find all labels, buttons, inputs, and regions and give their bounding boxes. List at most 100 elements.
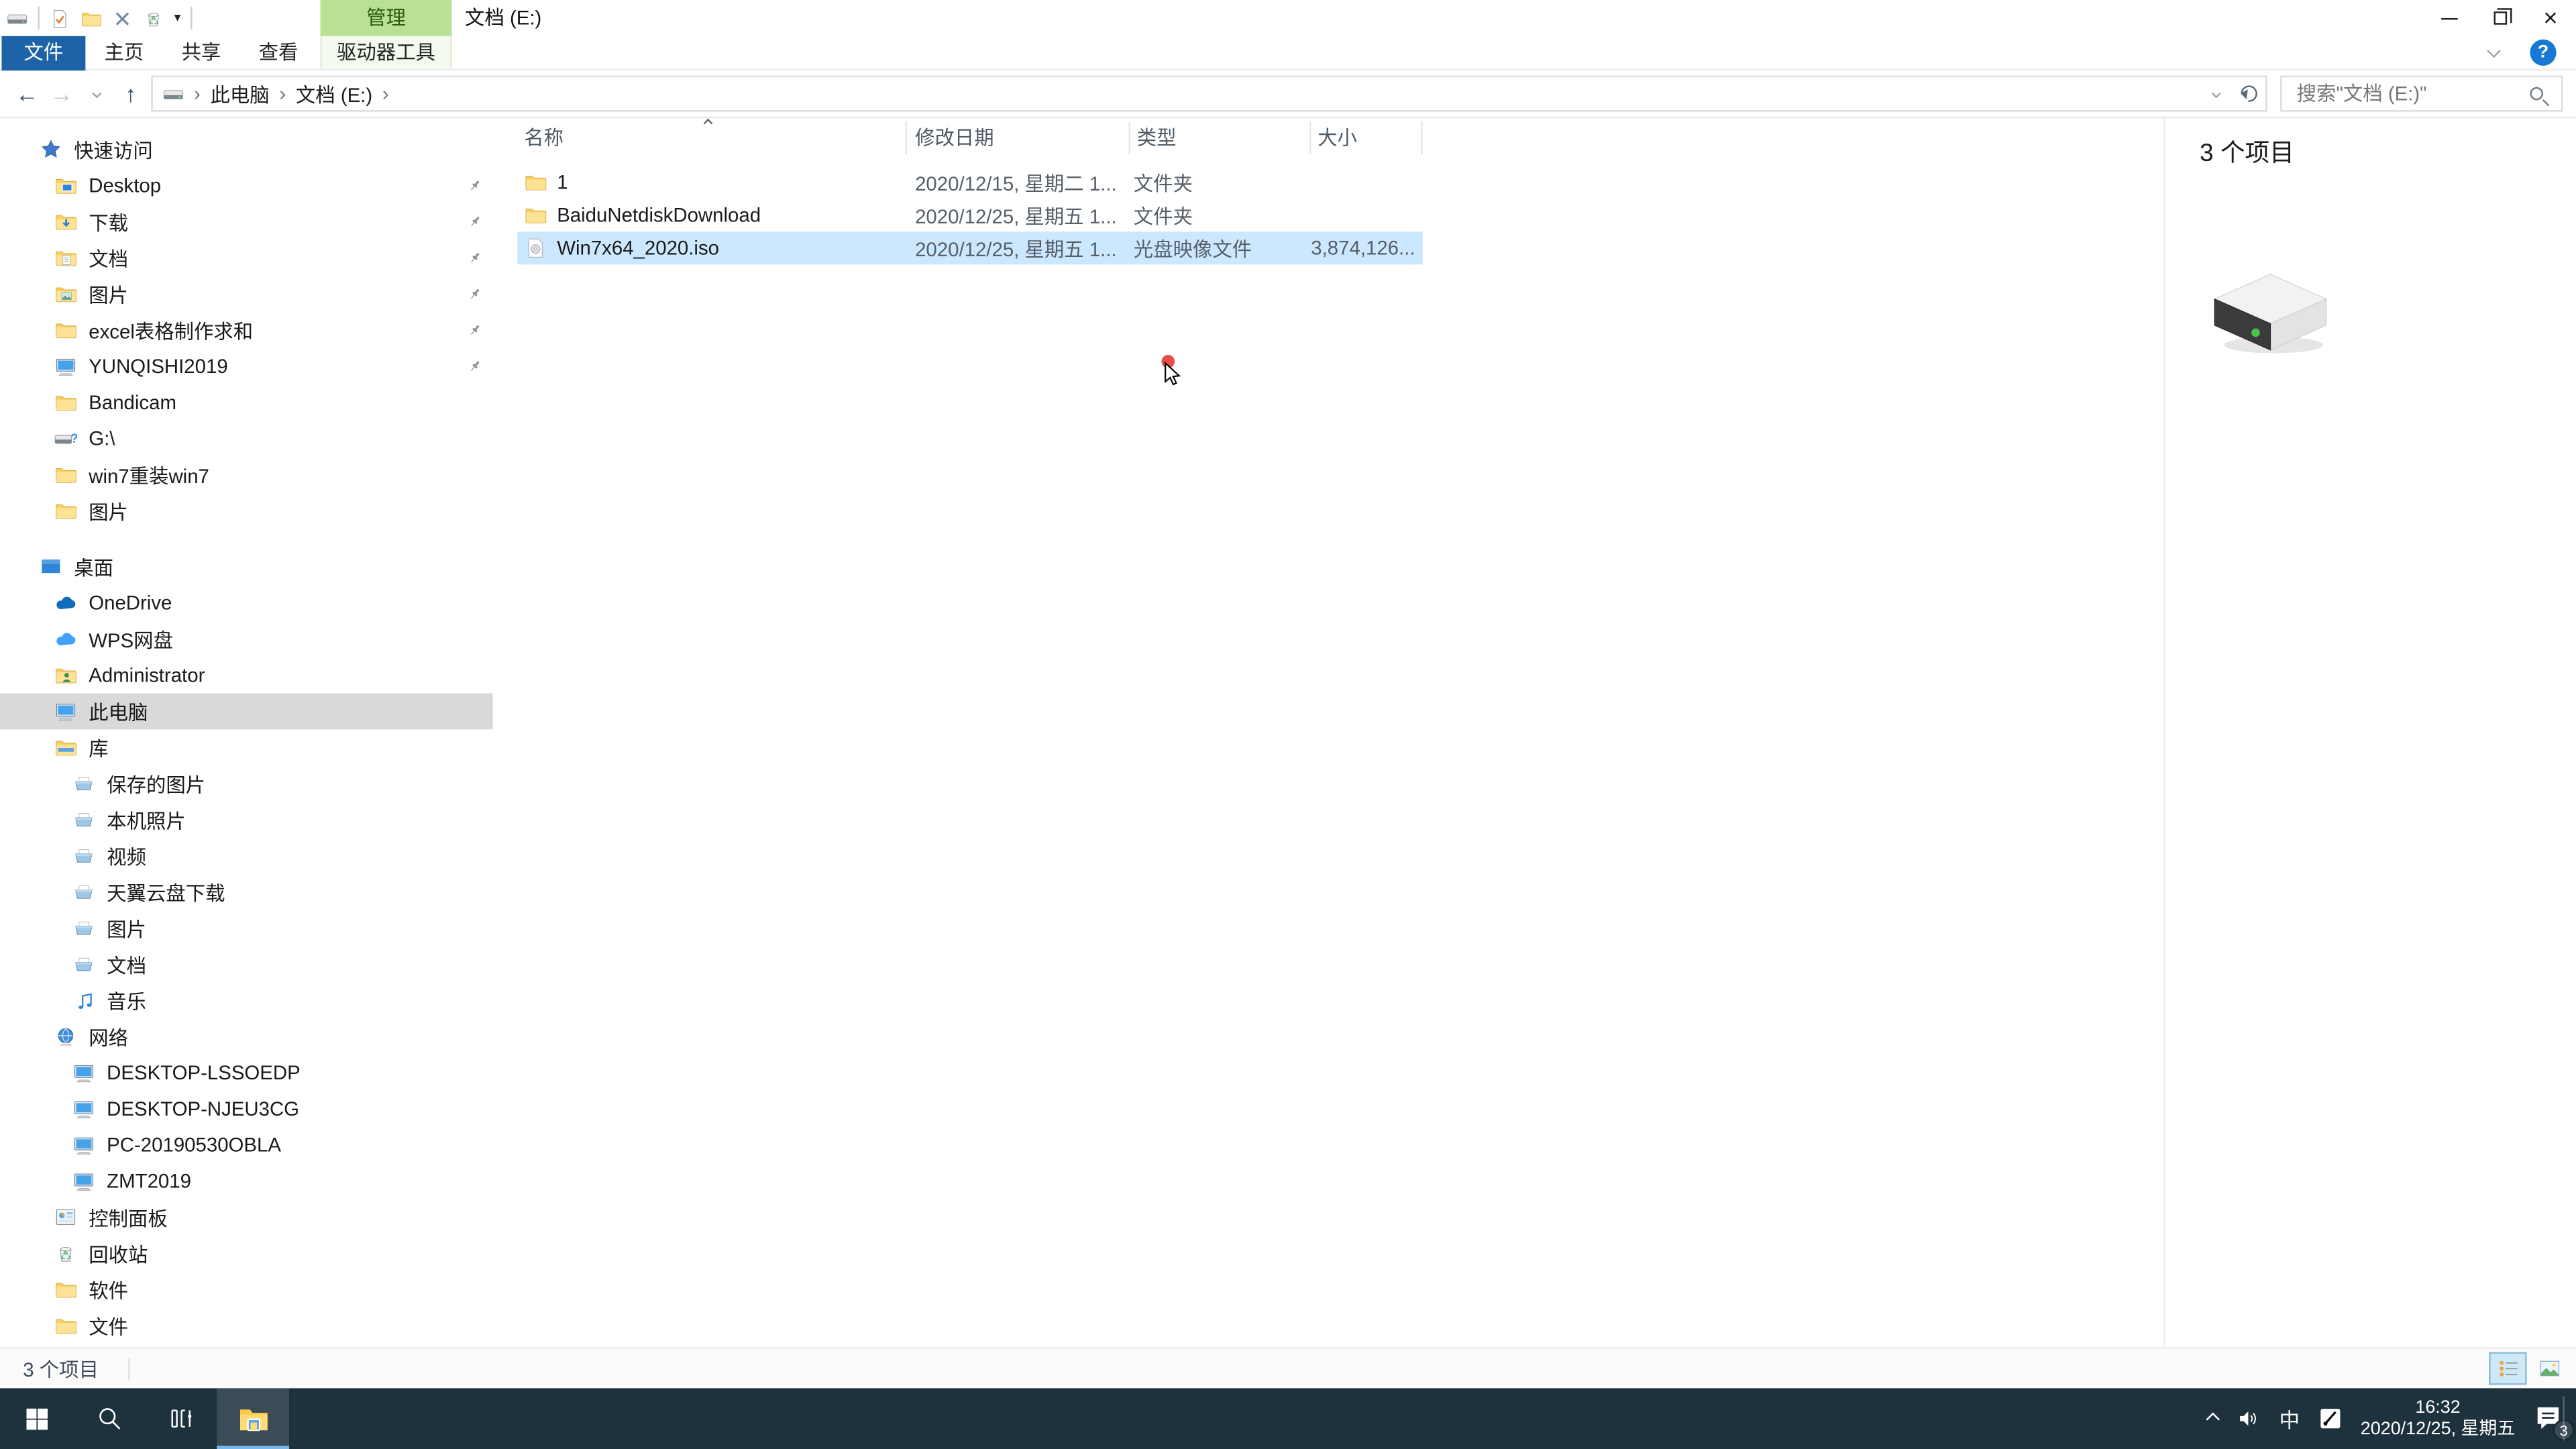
sidebar-item-yunqishi2019[interactable]: YUNQISHI2019 <box>0 348 493 384</box>
sidebar-item-label: 文件 <box>89 1315 129 1338</box>
restore-button[interactable] <box>2474 0 2525 36</box>
sidebar-item-libraries[interactable]: 库 <box>0 729 493 765</box>
file-date: 2020/12/15, 星期二 1... <box>915 171 1117 195</box>
sidebar-item-tianyi-download[interactable]: 天翼云盘下载 <box>0 874 493 910</box>
recent-locations-button[interactable] <box>79 76 113 112</box>
address-dropdown-button[interactable] <box>2200 77 2233 110</box>
ribbon-expand-chevron-icon[interactable] <box>2487 44 2501 58</box>
file-row-folder-1[interactable]: 1 2020/12/15, 星期二 1... 文件夹 <box>517 166 1422 199</box>
sidebar-item-desktop-njeu3cg[interactable]: DESKTOP-NJEU3CG <box>0 1091 493 1127</box>
sidebar-item-label: PC-20190530OBLA <box>107 1133 281 1157</box>
sidebar-item-label: 文档 <box>89 247 129 270</box>
taskbar-clock[interactable]: 16:32 2020/12/25, 星期五 <box>2361 1397 2516 1440</box>
file-date: 2020/12/25, 星期五 1... <box>915 237 1117 261</box>
file-explorer-taskbar-button[interactable] <box>217 1388 290 1449</box>
back-button[interactable]: ← <box>10 76 44 112</box>
hidden-icons-chevron-icon[interactable] <box>2206 1411 2220 1426</box>
sidebar-item-recycle-bin[interactable]: 回收站 <box>0 1236 493 1272</box>
sidebar-item-videos[interactable]: 视频 <box>0 838 493 874</box>
sidebar-item-control-panel[interactable]: 控制面板 <box>0 1199 493 1236</box>
pin-icon <box>467 358 483 374</box>
contextual-tab-manage[interactable]: 管理 <box>320 0 452 36</box>
sidebar-item-files[interactable]: 文件 <box>0 1307 493 1344</box>
iso-file-icon <box>524 237 547 260</box>
pin-icon <box>467 322 483 338</box>
properties-checkdoc-icon[interactable] <box>49 7 70 29</box>
column-header-size[interactable]: 大小 <box>1311 121 1423 155</box>
delete-x-icon[interactable] <box>112 7 133 29</box>
sidebar-item-zmt2019[interactable]: ZMT2019 <box>0 1163 493 1199</box>
thumbnail-view-button[interactable] <box>2530 1352 2567 1385</box>
sidebar-item-desktop-lssoedp[interactable]: DESKTOP-LSSOEDP <box>0 1055 493 1091</box>
search-input[interactable] <box>2293 80 2530 107</box>
tab-share[interactable]: 共享 <box>162 36 239 70</box>
sidebar-item-network[interactable]: 网络 <box>0 1018 493 1055</box>
sidebar-item-onedrive[interactable]: OneDrive <box>0 585 493 621</box>
sidebar-item-pictures-lib[interactable]: 图片 <box>0 910 493 947</box>
minimize-button[interactable] <box>2423 0 2474 36</box>
sidebar-item-label: excel表格制作求和 <box>89 319 254 343</box>
tab-home[interactable]: 主页 <box>85 36 162 70</box>
close-button[interactable]: × <box>2525 0 2576 36</box>
breadcrumb-current[interactable]: 文档 (E:) <box>296 80 372 108</box>
start-button[interactable] <box>0 1388 72 1449</box>
address-bar[interactable]: › 此电脑 › 文档 (E:) › <box>151 75 2267 112</box>
sidebar-item-win7-folder[interactable]: win7重装win7 <box>0 457 493 493</box>
sidebar-item-desktop[interactable]: Desktop <box>0 168 493 204</box>
refresh-button[interactable] <box>2233 77 2265 110</box>
search-icon[interactable] <box>2530 87 2544 101</box>
status-separator <box>128 1358 130 1379</box>
new-folder-icon[interactable] <box>80 7 102 29</box>
column-header-name[interactable]: 名称 <box>517 121 907 155</box>
control-panel-icon <box>54 1206 77 1229</box>
sidebar-item-bandicam[interactable]: Bandicam <box>0 384 493 421</box>
details-view-button[interactable] <box>2489 1352 2527 1385</box>
forward-button[interactable]: → <box>44 76 78 112</box>
sidebar-item-wps-cloud[interactable]: WPS网盘 <box>0 621 493 657</box>
tab-drive-tools[interactable]: 驱动器工具 <box>321 36 452 70</box>
sidebar-item-label: YUNQISHI2019 <box>89 354 228 378</box>
sidebar-item-camera-roll[interactable]: 本机照片 <box>0 802 493 838</box>
recycle-bin-icon[interactable] <box>143 7 164 29</box>
navigation-pane: 快速访问 Desktop 下载 文档 图片 excel表格制作求和 YUNQIS… <box>0 118 493 1347</box>
sidebar-item-excel-folder[interactable]: excel表格制作求和 <box>0 312 493 348</box>
tray-app-icon[interactable] <box>2318 1406 2343 1431</box>
ime-indicator[interactable]: 中 <box>2279 1403 2300 1434</box>
sidebar-item-g-drive[interactable]: G:\ <box>0 421 493 457</box>
up-button[interactable]: ↑ <box>113 76 148 112</box>
sidebar-item-music[interactable]: 音乐 <box>0 982 493 1018</box>
sidebar-item-downloads[interactable]: 下载 <box>0 204 493 240</box>
sidebar-item-saved-pictures[interactable]: 保存的图片 <box>0 765 493 802</box>
file-type: 文件夹 <box>1133 204 1193 228</box>
breadcrumb-this-pc[interactable]: 此电脑 <box>210 80 269 108</box>
help-button[interactable]: ? <box>2530 39 2557 66</box>
sidebar-item-administrator[interactable]: Administrator <box>0 657 493 694</box>
sidebar-item-software[interactable]: 软件 <box>0 1272 493 1308</box>
sidebar-item-label: 音乐 <box>107 989 146 1013</box>
tab-file[interactable]: 文件 <box>1 36 86 71</box>
folder-icon <box>54 499 77 522</box>
file-size: 3,874,126... <box>1311 236 1415 260</box>
show-desktop-button[interactable] <box>2563 1396 2566 1441</box>
sidebar-item-pc-20190530obla[interactable]: PC-20190530OBLA <box>0 1127 493 1163</box>
sidebar-item-documents[interactable]: 文档 <box>0 240 493 276</box>
taskbar-search-button[interactable] <box>72 1388 145 1449</box>
sidebar-item-desktop-root[interactable]: 桌面 <box>0 549 493 585</box>
sidebar-item-pictures-2[interactable]: 图片 <box>0 493 493 529</box>
quick-access-star-icon <box>40 138 62 161</box>
file-row-baidunetdiskdownload[interactable]: BaiduNetdiskDownload 2020/12/25, 星期五 1..… <box>517 199 1422 231</box>
column-header-date[interactable]: 修改日期 <box>907 121 1130 155</box>
column-header-type[interactable]: 类型 <box>1130 121 1311 155</box>
sidebar-item-this-pc[interactable]: 此电脑 <box>0 693 493 730</box>
pictures-library-icon <box>72 808 95 831</box>
action-center-button[interactable]: 3 <box>2533 1402 2575 1440</box>
sidebar-item-pictures[interactable]: 图片 <box>0 276 493 312</box>
qat-customize-caret-icon[interactable]: ▾ <box>174 11 181 25</box>
tab-view[interactable]: 查看 <box>240 36 317 70</box>
volume-icon[interactable] <box>2237 1406 2261 1431</box>
desktop-folder-icon <box>54 174 77 197</box>
sidebar-item-quick-access[interactable]: 快速访问 <box>0 131 493 168</box>
file-row-win7x64-iso[interactable]: Win7x64_2020.iso 2020/12/25, 星期五 1... 光盘… <box>517 231 1423 265</box>
sidebar-item-documents-lib[interactable]: 文档 <box>0 947 493 983</box>
task-view-button[interactable] <box>145 1388 217 1449</box>
